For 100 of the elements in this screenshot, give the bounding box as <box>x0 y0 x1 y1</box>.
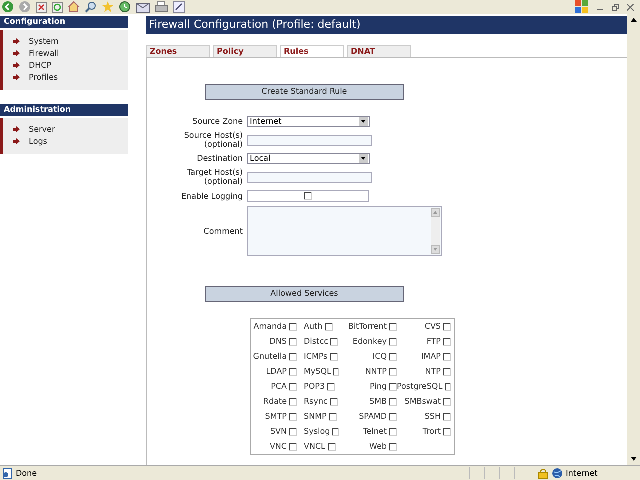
star-icon[interactable] <box>102 1 114 13</box>
service-label: VNCL <box>304 442 326 451</box>
service-label: Rsync <box>304 397 328 406</box>
sidebar-link[interactable]: Server <box>29 124 56 134</box>
back-icon[interactable] <box>2 1 14 13</box>
dropdown-arrow-icon <box>359 117 368 126</box>
scrollbar[interactable] <box>627 14 640 465</box>
checkbox[interactable] <box>289 442 297 450</box>
field-label: Enable Logging <box>180 192 243 200</box>
checkbox[interactable] <box>332 428 339 436</box>
print-icon[interactable] <box>155 1 168 13</box>
home-icon[interactable] <box>68 1 80 13</box>
sidebar-link[interactable]: Profiles <box>29 72 58 82</box>
checkbox[interactable] <box>444 382 451 390</box>
page-icon <box>2 468 13 478</box>
checkbox[interactable] <box>389 398 397 406</box>
checkbox[interactable] <box>443 322 451 330</box>
checkbox[interactable] <box>289 382 297 390</box>
dropdown[interactable]: Internet <box>247 116 370 127</box>
sidebar-link[interactable]: Firewall <box>29 48 60 58</box>
field-label: Source Host(s) (optional) <box>183 131 243 149</box>
service-label: MySQL <box>304 367 332 376</box>
refresh-icon[interactable] <box>52 2 63 12</box>
checkbox[interactable] <box>443 338 451 346</box>
lock-icon <box>538 468 549 478</box>
service-label: Rdate <box>263 397 287 406</box>
checkbox[interactable] <box>289 368 297 376</box>
checkbox[interactable] <box>443 412 451 420</box>
service-label: Distcc <box>304 337 328 346</box>
service-label: Edonkey <box>352 337 387 346</box>
service-label: Trort <box>422 427 441 436</box>
field-label: Target Host(s) (optional) <box>186 168 243 186</box>
service-label: SNMP <box>304 412 327 421</box>
comment-field[interactable] <box>247 206 442 256</box>
service-label: IMAP <box>421 352 441 361</box>
close-icon[interactable] <box>627 4 634 10</box>
service-label: SMBswat <box>404 397 441 406</box>
restore-icon[interactable] <box>612 4 619 10</box>
stop-icon[interactable] <box>36 2 47 12</box>
checkbox[interactable] <box>289 322 297 330</box>
checkbox[interactable] <box>443 368 451 376</box>
section-header: Allowed Services <box>205 286 404 302</box>
checkbox[interactable] <box>328 442 336 450</box>
tab[interactable]: DNAT <box>347 45 411 57</box>
service-label: NTP <box>425 367 441 376</box>
input-field[interactable] <box>247 134 372 146</box>
tab[interactable]: Zones <box>146 45 210 57</box>
checkbox[interactable] <box>333 368 339 376</box>
checkbox[interactable] <box>289 338 297 346</box>
service-label: BitTorrent <box>348 322 387 331</box>
checkbox[interactable] <box>389 352 397 360</box>
checkbox[interactable] <box>389 368 397 376</box>
checkbox[interactable] <box>389 428 397 436</box>
dropdown-arrow-icon <box>359 154 368 163</box>
service-label: FTP <box>426 337 441 346</box>
checkbox[interactable] <box>389 412 397 420</box>
sidebar-link[interactable]: Logs <box>29 136 48 146</box>
checkbox[interactable] <box>443 398 451 406</box>
service-label: VNC <box>270 442 287 451</box>
scrollbar-icon <box>431 208 440 254</box>
tab[interactable]: Rules <box>280 45 344 57</box>
checkbox[interactable] <box>389 442 397 450</box>
status-text: Done <box>16 468 38 478</box>
checkbox[interactable] <box>324 322 333 330</box>
service-label: Auth <box>304 322 323 331</box>
checkbox[interactable] <box>330 398 338 406</box>
checkbox[interactable] <box>389 338 397 346</box>
sidebar-link[interactable]: System <box>29 36 59 46</box>
checkbox[interactable] <box>289 428 297 436</box>
mail-icon[interactable] <box>136 2 150 12</box>
service-label: CVS <box>424 322 441 331</box>
sidebar-heading: Administration <box>0 104 128 116</box>
service-label: SSH <box>424 412 441 421</box>
service-label: Telnet <box>363 427 387 436</box>
service-label: Amanda <box>254 322 287 331</box>
checkbox[interactable] <box>443 352 451 360</box>
input-field[interactable] <box>247 172 372 182</box>
checkbox[interactable] <box>443 428 451 436</box>
globe-icon <box>552 468 563 478</box>
field-label: Source Zone <box>192 117 243 126</box>
sidebar-link[interactable]: DHCP <box>29 60 52 70</box>
dropdown[interactable]: Local <box>247 153 370 164</box>
service-label: SVN <box>270 427 287 436</box>
tab[interactable]: Policy <box>213 45 277 57</box>
page-title: Firewall Configuration (Profile: default) <box>146 16 627 34</box>
search-icon[interactable] <box>85 1 97 13</box>
checkbox[interactable] <box>330 338 338 346</box>
checkbox[interactable] <box>304 192 312 200</box>
checkbox[interactable] <box>327 382 336 390</box>
checkbox[interactable] <box>289 398 297 406</box>
checkbox[interactable] <box>330 352 338 360</box>
checkbox[interactable] <box>389 322 397 330</box>
service-label: SMTP <box>265 412 287 421</box>
checkbox[interactable] <box>328 412 337 420</box>
edit-icon[interactable] <box>173 1 185 13</box>
checkbox[interactable] <box>389 382 397 390</box>
checkbox[interactable] <box>289 412 297 420</box>
checkbox[interactable] <box>289 352 297 360</box>
history-icon[interactable] <box>119 1 131 13</box>
service-label: ICMPs <box>304 352 328 361</box>
